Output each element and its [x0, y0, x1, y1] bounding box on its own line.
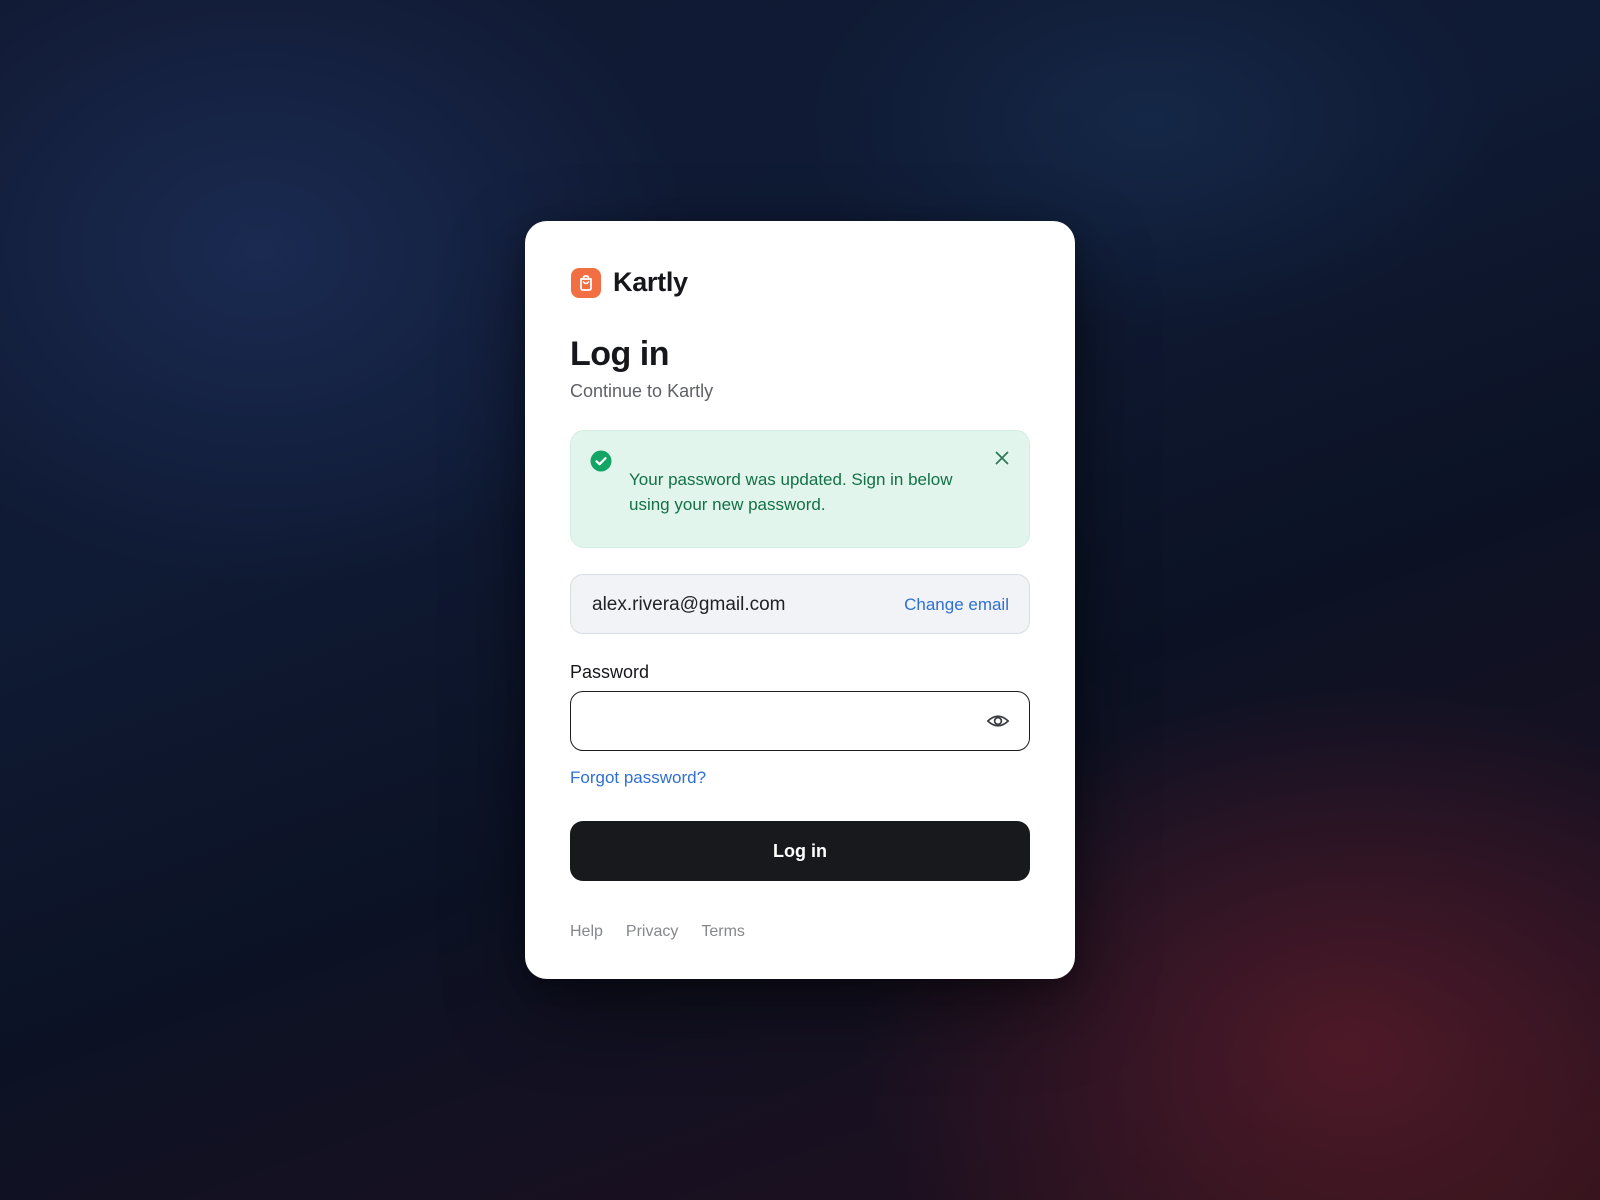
change-email-link[interactable]: Change email [904, 595, 1009, 615]
brand-name: Kartly [613, 267, 688, 297]
login-button[interactable]: Log in [570, 821, 1030, 881]
password-label: Password [570, 662, 650, 682]
close-icon[interactable] [993, 449, 1011, 467]
forgot-password-link[interactable]: Forgot password? [570, 768, 706, 788]
success-alert: Your password was updated. Sign in below… [570, 430, 1030, 548]
email-value: alex.rivera@gmail.com [592, 594, 786, 615]
alert-message: Your password was updated. Sign in below… [629, 470, 953, 514]
brand: Kartly [571, 267, 688, 298]
page-subtitle: Continue to Kartly [570, 381, 714, 401]
eye-icon[interactable] [986, 709, 1010, 733]
page-title: Log in [570, 335, 669, 373]
login-card: Kartly Log in Continue to Kartly Your pa… [525, 221, 1075, 979]
footer-link-terms[interactable]: Terms [701, 923, 745, 941]
shopping-bag-icon [571, 267, 601, 298]
footer-link-privacy[interactable]: Privacy [626, 923, 678, 941]
password-field[interactable] [570, 691, 1030, 751]
password-input[interactable] [589, 706, 963, 738]
email-display: alex.rivera@gmail.com Change email [570, 574, 1030, 634]
check-circle-icon [590, 450, 612, 472]
footer-links: Help Privacy Terms [570, 923, 745, 941]
footer-link-help[interactable]: Help [570, 923, 603, 941]
